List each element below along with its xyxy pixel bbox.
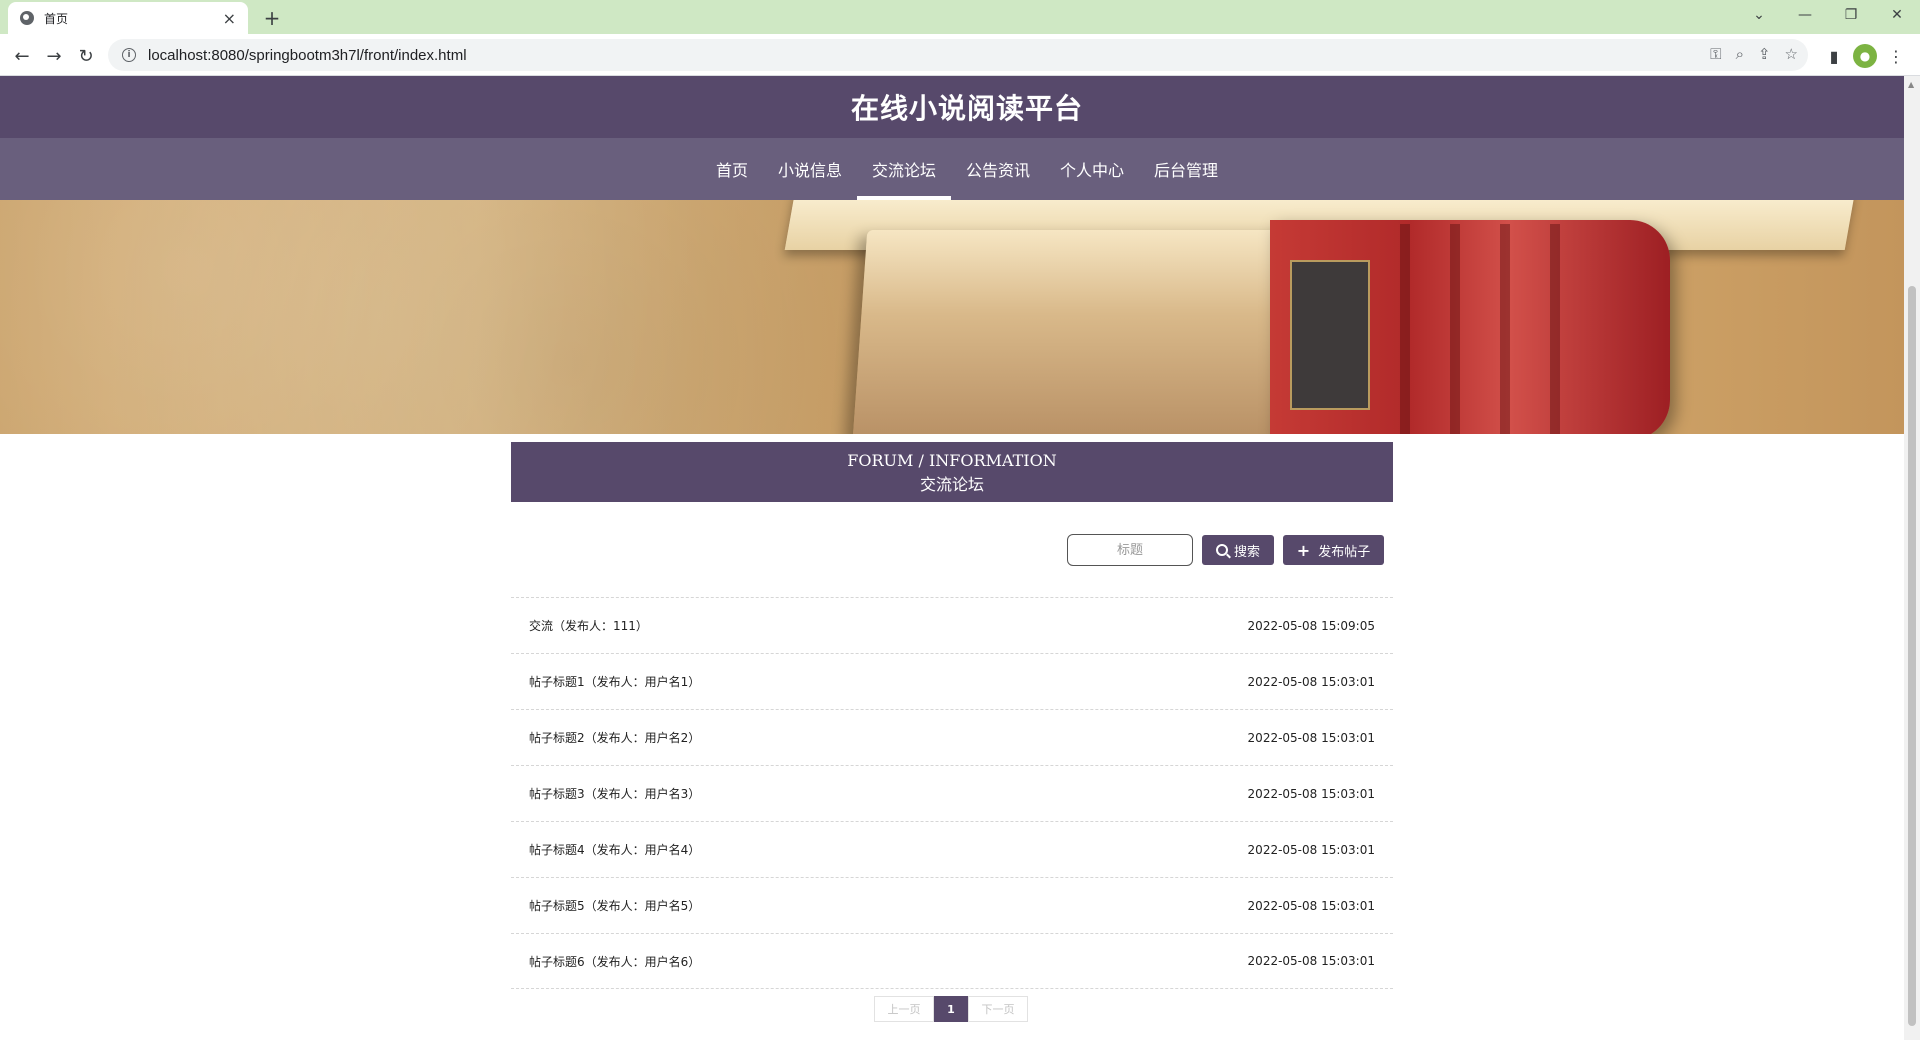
page-scrollbar[interactable]: ▲	[1904, 76, 1920, 1040]
share-icon[interactable]: ⇪	[1758, 45, 1771, 63]
info-icon[interactable]: i	[122, 48, 136, 62]
back-icon[interactable]: ←	[8, 42, 36, 70]
post-title[interactable]: 帖子标题3（发布人：用户名3）	[529, 785, 700, 802]
title-search-input[interactable]	[1067, 534, 1193, 566]
post-time: 2022-05-08 15:03:01	[1247, 674, 1375, 689]
post-title[interactable]: 帖子标题2（发布人：用户名2）	[529, 729, 700, 746]
banner-carousel[interactable]	[0, 200, 1904, 434]
list-item[interactable]: 帖子标题5（发布人：用户名5） 2022-05-08 15:03:01	[511, 877, 1393, 933]
page-1-button[interactable]: 1	[934, 996, 968, 1022]
post-title[interactable]: 帖子标题5（发布人：用户名5）	[529, 897, 700, 914]
post-time: 2022-05-08 15:03:01	[1247, 786, 1375, 801]
nav-item-profile[interactable]: 个人中心	[1045, 138, 1139, 200]
search-icon	[1215, 544, 1228, 556]
new-post-button[interactable]: + 发布帖子	[1283, 535, 1384, 565]
profile-icon[interactable]: ●	[1853, 44, 1877, 68]
browser-tabstrip: 首页 × + ⌄ — ❐ ✕	[0, 0, 1920, 34]
nav-item-news[interactable]: 公告资讯	[951, 138, 1045, 200]
nav-item-novels[interactable]: 小说信息	[763, 138, 857, 200]
tab-search-icon[interactable]: ⌄	[1736, 0, 1782, 30]
list-item[interactable]: 帖子标题6（发布人：用户名6） 2022-05-08 15:03:01	[511, 933, 1393, 989]
list-item[interactable]: 帖子标题1（发布人：用户名1） 2022-05-08 15:03:01	[511, 653, 1393, 709]
post-title[interactable]: 帖子标题4（发布人：用户名4）	[529, 841, 700, 858]
reload-icon[interactable]: ↻	[72, 42, 100, 70]
spine-band	[1400, 224, 1410, 434]
site-header: 在线小说阅读平台	[0, 76, 1904, 138]
search-button[interactable]: 搜索	[1202, 535, 1274, 565]
sidebar-icon[interactable]: ▮	[1822, 44, 1846, 68]
tab-title: 首页	[44, 11, 69, 26]
post-time: 2022-05-08 15:03:01	[1247, 954, 1375, 968]
url-text[interactable]: localhost:8080/springbootm3h7l/front/ind…	[148, 47, 467, 64]
list-item[interactable]: 帖子标题2（发布人：用户名2） 2022-05-08 15:03:01	[511, 709, 1393, 765]
spine-band	[1450, 224, 1460, 434]
post-title[interactable]: 交流（发布人：111）	[529, 617, 648, 634]
site-nav: 首页 小说信息 交流论坛 公告资讯 个人中心 后台管理	[0, 138, 1904, 200]
post-time: 2022-05-08 15:03:01	[1247, 842, 1375, 857]
browser-tab[interactable]: 首页 ×	[8, 2, 248, 34]
new-post-button-label: 发布帖子	[1318, 544, 1371, 560]
spine-band	[1550, 224, 1560, 434]
restore-icon[interactable]: ❐	[1828, 0, 1874, 30]
pagination: 上一页 1 下一页	[874, 996, 1028, 1022]
section-heading-en: FORUM / INFORMATION	[847, 451, 1057, 470]
globe-icon	[20, 11, 34, 25]
browser-toolbar: ← → ↻ i localhost:8080/springbootm3h7l/f…	[0, 34, 1920, 76]
post-title[interactable]: 帖子标题1（发布人：用户名1）	[529, 673, 700, 690]
scroll-up-icon[interactable]: ▲	[1908, 80, 1916, 89]
address-bar[interactable]: i localhost:8080/springbootm3h7l/front/i…	[108, 39, 1808, 71]
site-title: 在线小说阅读平台	[850, 92, 1083, 125]
post-time: 2022-05-08 15:03:01	[1247, 898, 1375, 913]
key-icon[interactable]: ⚿	[1710, 45, 1721, 63]
section-heading: FORUM / INFORMATION 交流论坛	[511, 442, 1393, 502]
search-button-label: 搜索	[1233, 544, 1260, 560]
section-heading-cn: 交流论坛	[919, 475, 984, 494]
list-item[interactable]: 帖子标题3（发布人：用户名3） 2022-05-08 15:03:01	[511, 765, 1393, 821]
book-pages-image	[852, 230, 1288, 434]
list-item[interactable]: 帖子标题4（发布人：用户名4） 2022-05-08 15:03:01	[511, 821, 1393, 877]
new-tab-button[interactable]: +	[258, 4, 286, 32]
scrollbar-thumb[interactable]	[1908, 286, 1916, 1026]
next-page-button[interactable]: 下一页	[968, 996, 1028, 1022]
book-label-image	[1290, 260, 1370, 410]
window-close-icon[interactable]: ✕	[1874, 0, 1920, 30]
tab-close-icon[interactable]: ×	[223, 9, 236, 28]
prev-page-button[interactable]: 上一页	[874, 996, 934, 1022]
minimize-icon[interactable]: —	[1782, 0, 1828, 30]
post-list: 交流（发布人：111） 2022-05-08 15:09:05 帖子标题1（发布…	[511, 597, 1393, 989]
star-icon[interactable]: ☆	[1785, 45, 1798, 63]
nav-item-home[interactable]: 首页	[701, 138, 763, 200]
spine-band	[1500, 224, 1510, 434]
nav-item-admin[interactable]: 后台管理	[1139, 138, 1233, 200]
plus-icon: +	[1296, 540, 1311, 560]
forward-icon[interactable]: →	[40, 42, 68, 70]
zoom-icon[interactable]: ⌕	[1736, 45, 1744, 63]
post-time: 2022-05-08 15:09:05	[1247, 618, 1375, 633]
nav-item-forum[interactable]: 交流论坛	[856, 138, 952, 200]
list-item[interactable]: 交流（发布人：111） 2022-05-08 15:09:05	[511, 597, 1393, 653]
post-time: 2022-05-08 15:03:01	[1247, 730, 1375, 745]
post-title[interactable]: 帖子标题6（发布人：用户名6）	[529, 953, 700, 970]
menu-icon[interactable]: ⋮	[1884, 44, 1908, 68]
